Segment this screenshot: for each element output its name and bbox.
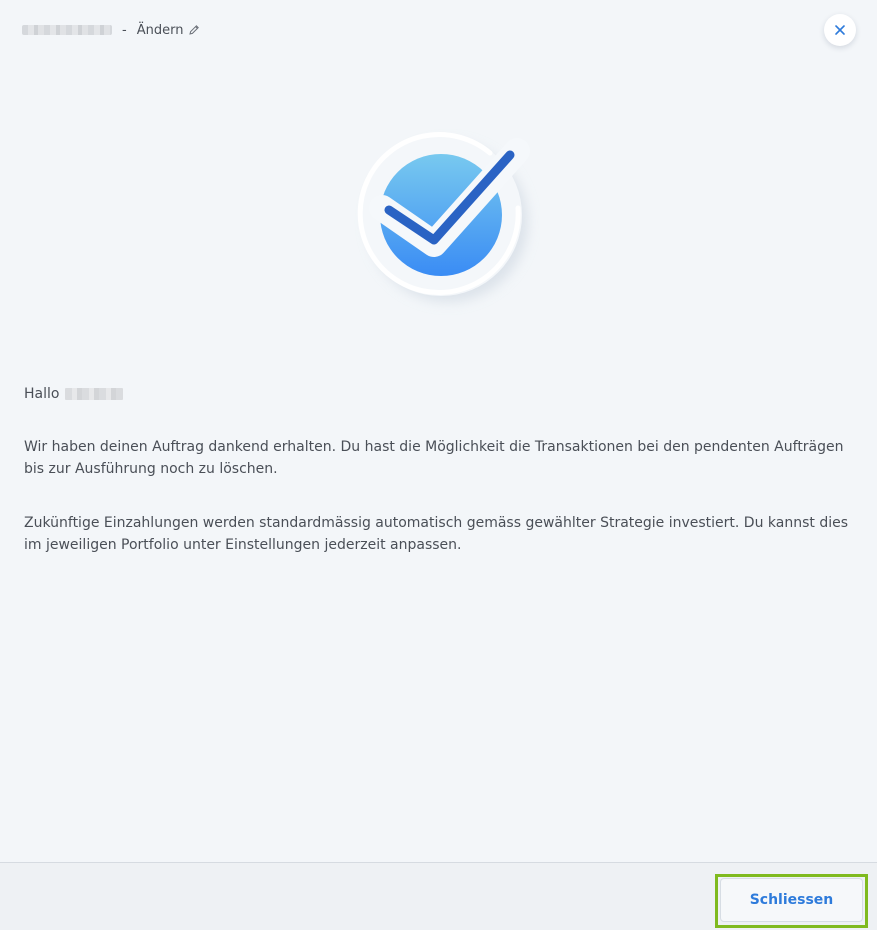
confirmation-paragraph: Wir haben deinen Auftrag dankend erhalte… <box>24 439 844 477</box>
redacted-portfolio-name <box>22 25 112 35</box>
redacted-user-name <box>65 388 124 400</box>
modal-header: - Ändern <box>22 20 200 40</box>
header-separator: - <box>122 22 127 38</box>
investment-info-paragraph: Zukünftige Einzahlungen werden standardm… <box>24 515 849 553</box>
greeting-text: Hallo <box>24 386 60 402</box>
edit-link[interactable]: Ändern <box>137 23 201 38</box>
modal-content: Hallo Wir haben deinen Auftrag dankend e… <box>24 384 854 556</box>
edit-label: Ändern <box>136 22 184 38</box>
close-icon <box>834 21 846 40</box>
checkmark-success-icon <box>350 128 540 318</box>
pencil-icon <box>188 24 200 36</box>
greeting-line: Hallo <box>24 384 854 404</box>
close-button[interactable] <box>824 14 856 46</box>
schliessen-button[interactable]: Schliessen <box>720 878 863 922</box>
success-modal: - Ändern Hallo Wir haben deinen Auftrag … <box>0 0 877 930</box>
